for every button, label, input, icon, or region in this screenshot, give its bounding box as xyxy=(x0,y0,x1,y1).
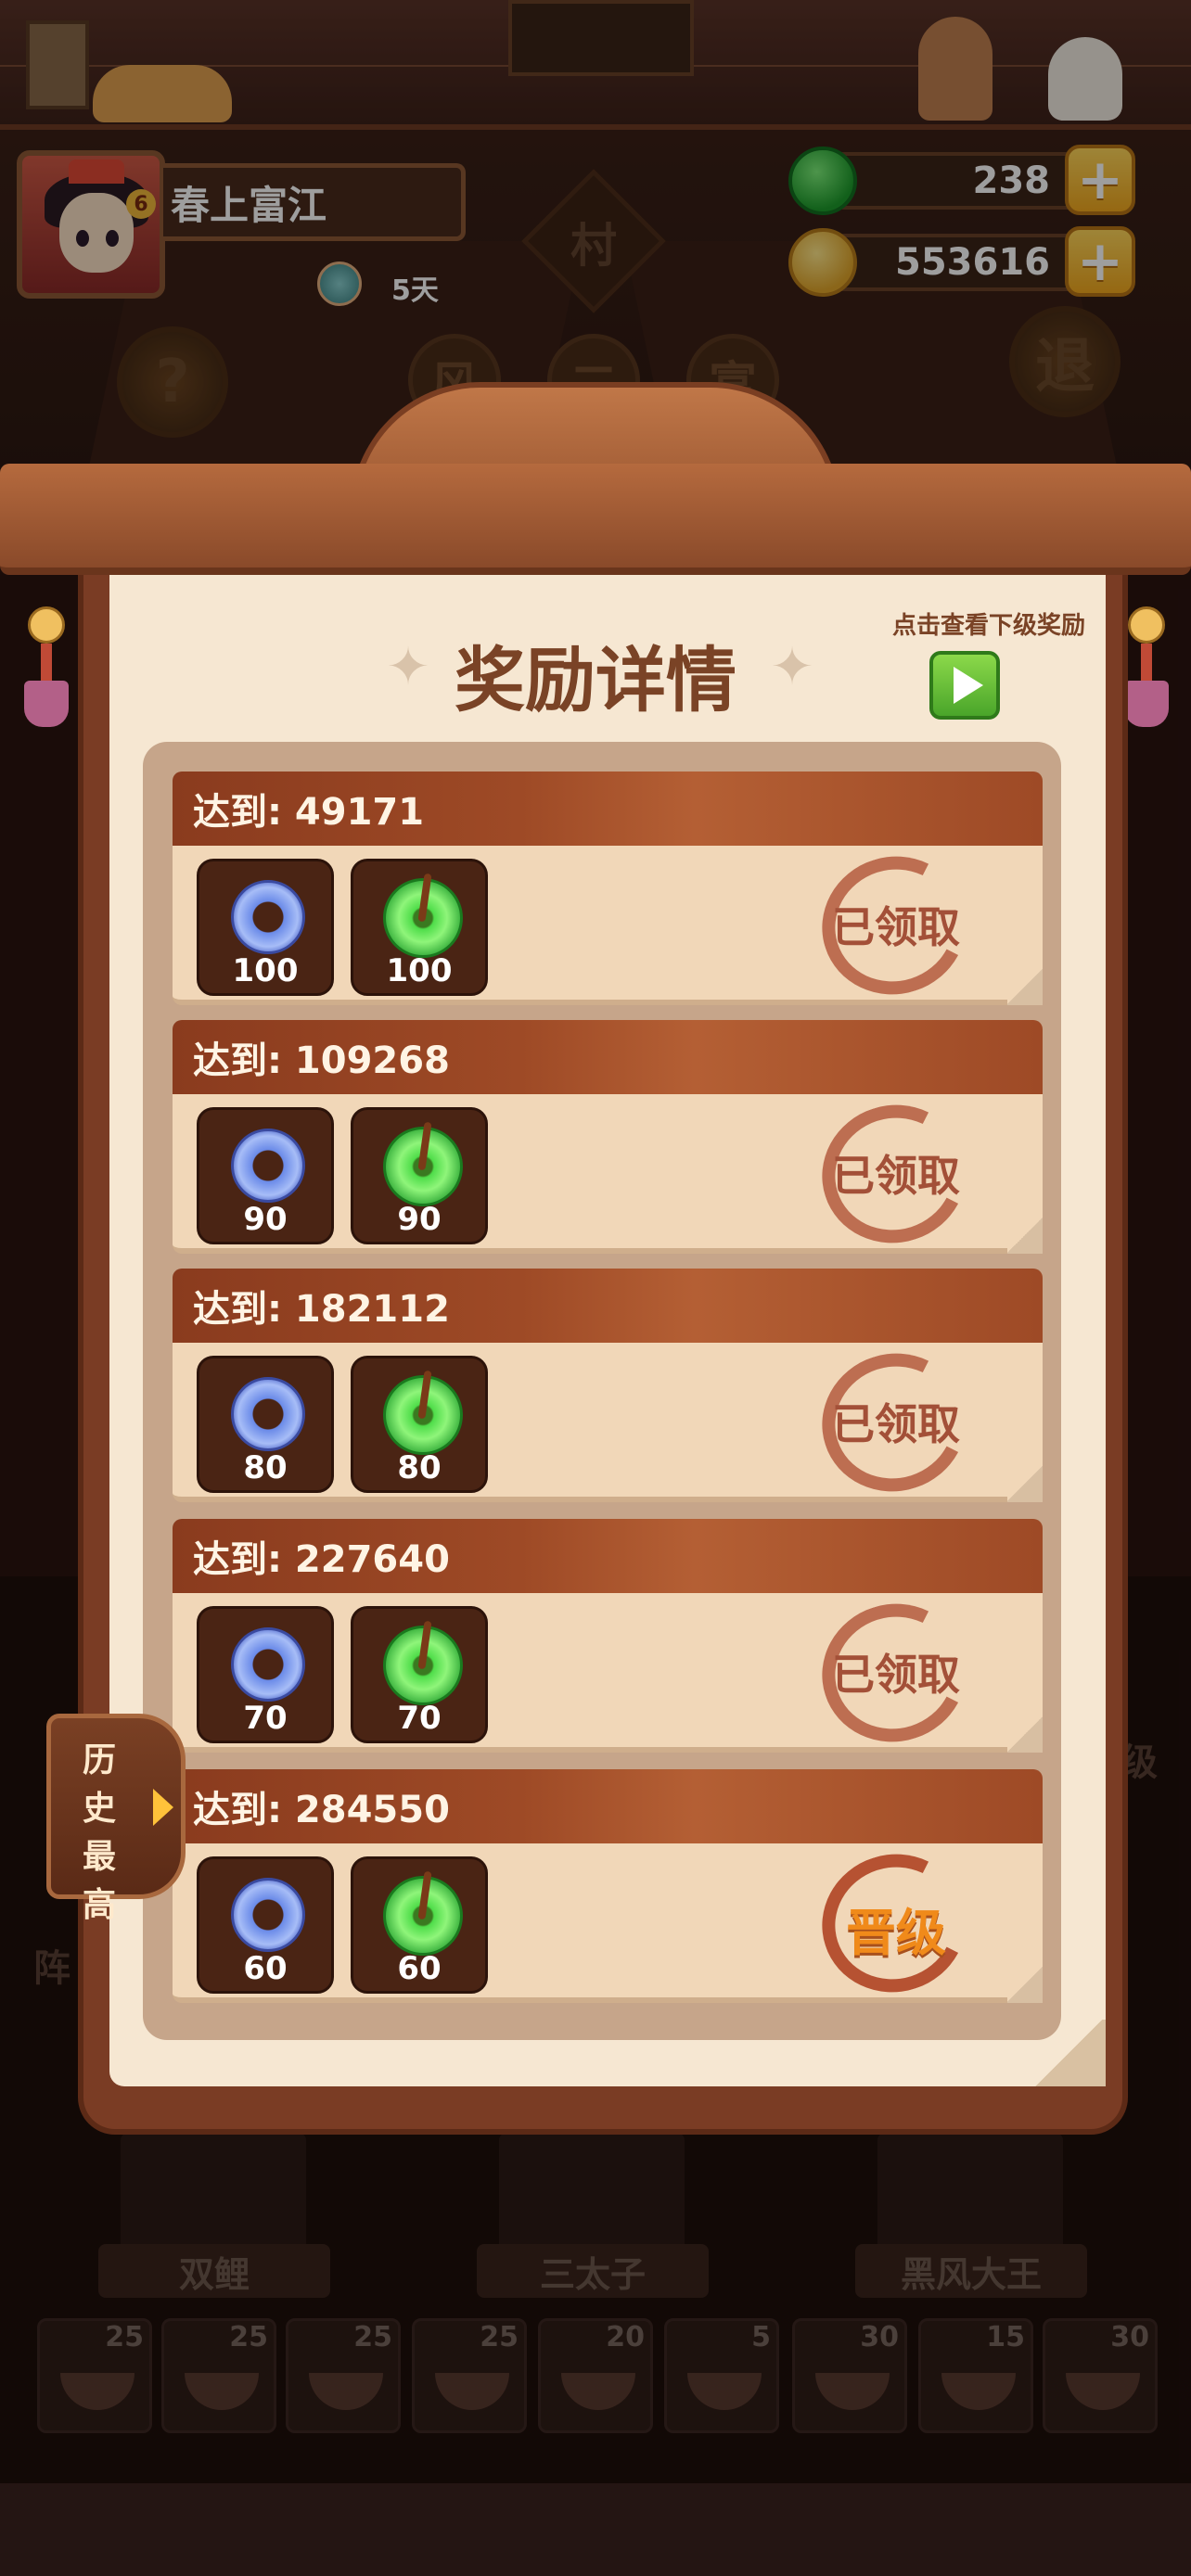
modal-title: 奖励详情 xyxy=(455,639,736,721)
reward-item-slot[interactable]: 60 xyxy=(351,1856,488,1994)
next-level-button[interactable] xyxy=(929,651,1000,720)
green-jade-icon xyxy=(383,1870,463,1956)
reward-card: 达到: 109268 90 90 已领取 xyxy=(173,1020,1043,1262)
reward-card-body: 60 60 晋级 xyxy=(173,1835,1043,2011)
history-best-label: 历史最高 xyxy=(82,1741,116,1924)
reward-card: 达到: 227640 70 70 已领取 xyxy=(173,1519,1043,1761)
reward-card-body: 100 100 已领取 xyxy=(173,837,1043,1014)
blue-jade-icon xyxy=(231,880,305,954)
reward-status: 已领取 xyxy=(832,902,960,952)
reward-item-slot[interactable]: 80 xyxy=(197,1356,334,1493)
reward-threshold: 达到: 182112 xyxy=(173,1269,1043,1343)
reward-status: 已领取 xyxy=(832,1151,960,1201)
card-fold-corner xyxy=(1007,1217,1043,1254)
reward-threshold: 达到: 109268 xyxy=(173,1020,1043,1094)
reward-item-slot[interactable]: 70 xyxy=(197,1606,334,1743)
reward-status: 已领取 xyxy=(832,1399,960,1449)
card-fold-corner xyxy=(1007,1465,1043,1502)
green-jade-icon xyxy=(383,873,463,958)
item-quantity: 70 xyxy=(397,1700,442,1737)
reward-status: 已领取 xyxy=(832,1650,960,1700)
green-jade-icon xyxy=(383,1620,463,1705)
item-quantity: 100 xyxy=(232,952,299,989)
green-jade-icon xyxy=(383,1370,463,1455)
reward-item-slot[interactable]: 70 xyxy=(351,1606,488,1743)
reward-card-body: 90 90 已领取 xyxy=(173,1086,1043,1262)
reward-item-slot[interactable]: 90 xyxy=(351,1107,488,1244)
item-quantity: 60 xyxy=(243,1950,288,1987)
play-icon xyxy=(954,667,983,704)
arrow-right-icon xyxy=(153,1789,173,1826)
item-quantity: 70 xyxy=(243,1700,288,1737)
reward-card: 达到: 284550 60 60 晋级 xyxy=(173,1769,1043,2011)
card-fold-corner xyxy=(1007,1715,1043,1753)
upgrade-status[interactable]: 晋级 xyxy=(785,1892,1007,1965)
blue-jade-icon xyxy=(231,1627,305,1702)
item-quantity: 80 xyxy=(243,1449,288,1486)
reward-item-slot[interactable]: 100 xyxy=(351,859,488,996)
left-knot-ornament-icon xyxy=(9,606,83,727)
reward-threshold: 达到: 49171 xyxy=(173,772,1043,846)
blue-jade-icon xyxy=(231,1377,305,1451)
card-fold-corner xyxy=(1007,1966,1043,2003)
reward-item-slot[interactable]: 60 xyxy=(197,1856,334,1994)
item-quantity: 90 xyxy=(397,1201,442,1238)
reward-item-slot[interactable]: 100 xyxy=(197,859,334,996)
reward-item-slot[interactable]: 80 xyxy=(351,1356,488,1493)
reward-card-body: 80 80 已领取 xyxy=(173,1334,1043,1511)
item-quantity: 80 xyxy=(397,1449,442,1486)
green-jade-icon xyxy=(383,1121,463,1206)
history-best-tab[interactable]: 历史最高 xyxy=(46,1714,186,1924)
reward-card: 达到: 49171 100 100 已领取 xyxy=(173,772,1043,1014)
reward-threshold: 达到: 227640 xyxy=(173,1519,1043,1593)
item-quantity: 60 xyxy=(397,1950,442,1987)
blue-jade-icon xyxy=(231,1878,305,1952)
reward-item-slot[interactable]: 90 xyxy=(197,1107,334,1244)
scroll-top-bar xyxy=(0,464,1191,575)
reward-card-body: 70 70 已领取 xyxy=(173,1585,1043,1761)
item-quantity: 90 xyxy=(243,1201,288,1238)
card-fold-corner xyxy=(1007,968,1043,1005)
item-quantity: 100 xyxy=(386,952,453,989)
reward-card: 达到: 182112 80 80 已领取 xyxy=(173,1269,1043,1511)
reward-threshold: 达到: 284550 xyxy=(173,1769,1043,1843)
blue-jade-icon xyxy=(231,1129,305,1203)
next-level-hint: 点击查看下级奖励 xyxy=(891,612,1085,640)
